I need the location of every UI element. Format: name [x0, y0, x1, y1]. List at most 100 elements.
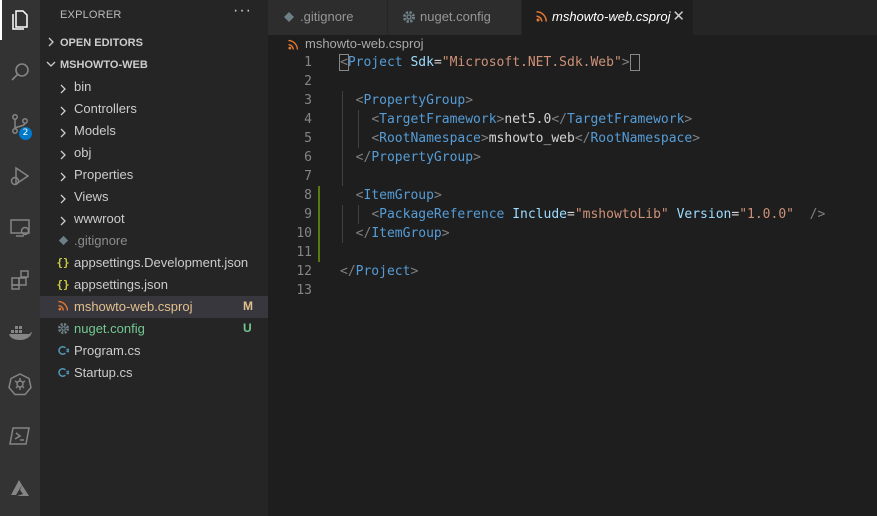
- line-number: 3: [304, 93, 312, 108]
- code-token: =: [567, 207, 575, 222]
- csharp-icon: [56, 344, 70, 358]
- rss-icon: [288, 38, 299, 53]
- code-token: RootNamespace: [379, 131, 481, 146]
- terminal-button[interactable]: [0, 416, 40, 456]
- line-content: <PropertyGroup>: [340, 91, 473, 110]
- code-token: "mshowtoLib": [574, 207, 669, 222]
- json-icon: {}: [56, 278, 70, 291]
- line-number: 9: [304, 207, 312, 222]
- code-token: PackageReference: [379, 207, 505, 222]
- close-icon[interactable]: ✕: [672, 7, 685, 25]
- rss-icon: [56, 300, 70, 314]
- code-token: </: [551, 112, 567, 127]
- tree-item-label: appsettings.Development.json: [74, 255, 249, 270]
- tree-folder[interactable]: Controllers: [40, 98, 268, 120]
- tree-folder[interactable]: bin: [40, 76, 268, 98]
- code-token: PropertyGroup: [371, 150, 474, 165]
- rss-icon: [536, 10, 550, 24]
- tree-file[interactable]: mshowto-web.csproj M: [40, 296, 268, 318]
- tree-item-label: appsettings.json: [74, 277, 168, 292]
- extensions-button[interactable]: [0, 260, 40, 300]
- tab-gitignore[interactable]: .gitignore: [268, 0, 388, 35]
- tab-mshowto-web-csproj[interactable]: mshowto-web.csproj ✕: [522, 0, 694, 35]
- tree-file[interactable]: nuget.config U: [40, 318, 268, 340]
- more-actions-button[interactable]: ···: [233, 2, 252, 20]
- line-content: </Project>: [340, 262, 418, 281]
- tree-folder[interactable]: obj: [40, 142, 268, 164]
- tree-item-label: obj: [74, 145, 92, 160]
- source-control-button[interactable]: 2: [0, 104, 40, 144]
- tree-item-label: .gitignore: [74, 233, 128, 248]
- code-token: =: [433, 55, 442, 70]
- code-token: >: [621, 55, 630, 70]
- chevron-right-icon: [58, 148, 68, 163]
- open-editors-label: OPEN EDITORS: [60, 37, 143, 49]
- line-content: </ItemGroup>: [340, 224, 450, 243]
- tab-bar: .gitignore nuget.config mshowto-web.cspr…: [268, 0, 877, 35]
- azure-button[interactable]: [0, 468, 40, 508]
- code-token: </: [355, 226, 372, 241]
- code-token: />: [809, 207, 826, 222]
- chevron-down-icon: [46, 59, 56, 72]
- tree-item-label: Properties: [74, 167, 134, 182]
- code-line: 12 </Project>: [268, 262, 877, 281]
- remote-explorer-button[interactable]: [0, 208, 40, 248]
- line-number: 7: [304, 169, 312, 184]
- docker-icon: [7, 320, 33, 344]
- run-debug-button[interactable]: [0, 156, 40, 196]
- tab-nuget-config[interactable]: nuget.config: [388, 0, 522, 35]
- code-line: 10 </ItemGroup>: [268, 224, 877, 243]
- tree-folder[interactable]: wwwroot: [40, 208, 268, 230]
- line-content: <PackageReference Include="mshowtoLib" V…: [340, 205, 825, 224]
- run-debug-icon: [8, 164, 32, 188]
- tree-file[interactable]: {} appsettings.Development.json: [40, 252, 268, 274]
- code-token: Version: [676, 207, 732, 222]
- gear-icon: [56, 322, 70, 336]
- tree-file[interactable]: .gitignore: [40, 230, 268, 252]
- line-number: 6: [304, 150, 312, 165]
- tree-item-label: bin: [74, 79, 92, 94]
- tree-folder[interactable]: Models: [40, 120, 268, 142]
- code-line: 8 <ItemGroup>: [268, 186, 877, 205]
- editor-area: .gitignore nuget.config mshowto-web.cspr…: [268, 0, 877, 516]
- tree-folder[interactable]: Properties: [40, 164, 268, 186]
- open-editors-section[interactable]: OPEN EDITORS: [40, 32, 268, 54]
- code-token: "1.0.0": [739, 207, 794, 222]
- line-number: 2: [304, 74, 312, 89]
- tree-file[interactable]: Startup.cs: [40, 362, 268, 384]
- code-token: Include: [512, 207, 567, 222]
- code-line: 1 <Project Sdk="Microsoft.NET.Sdk.Web">: [268, 53, 877, 72]
- tree-file[interactable]: {} appsettings.json: [40, 274, 268, 296]
- git-status-badge: U: [243, 321, 252, 335]
- code-token: TargetFramework: [379, 112, 497, 127]
- breadcrumb-file[interactable]: mshowto-web.csproj: [305, 36, 424, 51]
- explorer-button[interactable]: [0, 0, 40, 40]
- line-number: 13: [296, 283, 312, 298]
- docker-button[interactable]: [0, 312, 40, 352]
- code-token: ItemGroup: [363, 188, 434, 203]
- code-line: 2: [268, 72, 877, 91]
- kubernetes-button[interactable]: [0, 364, 40, 404]
- code-token: >: [410, 264, 419, 279]
- project-section[interactable]: MSHOWTO-WEB: [40, 54, 268, 76]
- code-token: TargetFramework: [567, 112, 685, 127]
- code-token: >: [465, 93, 474, 108]
- search-button[interactable]: [0, 52, 40, 92]
- extensions-icon: [8, 268, 32, 292]
- tree-file[interactable]: Program.cs: [40, 340, 268, 362]
- code-token: Sdk: [410, 55, 434, 70]
- line-content: <TargetFramework>net5.0</TargetFramework…: [340, 110, 692, 129]
- line-number: 8: [304, 188, 312, 203]
- tab-label: .gitignore: [300, 9, 354, 24]
- tree-folder[interactable]: Views: [40, 186, 268, 208]
- tab-label: mshowto-web.csproj: [552, 9, 671, 24]
- code-line: 7: [268, 167, 877, 186]
- tree-item-label: wwwroot: [74, 211, 125, 226]
- tab-label: nuget.config: [420, 9, 491, 24]
- code-token: <: [371, 112, 380, 127]
